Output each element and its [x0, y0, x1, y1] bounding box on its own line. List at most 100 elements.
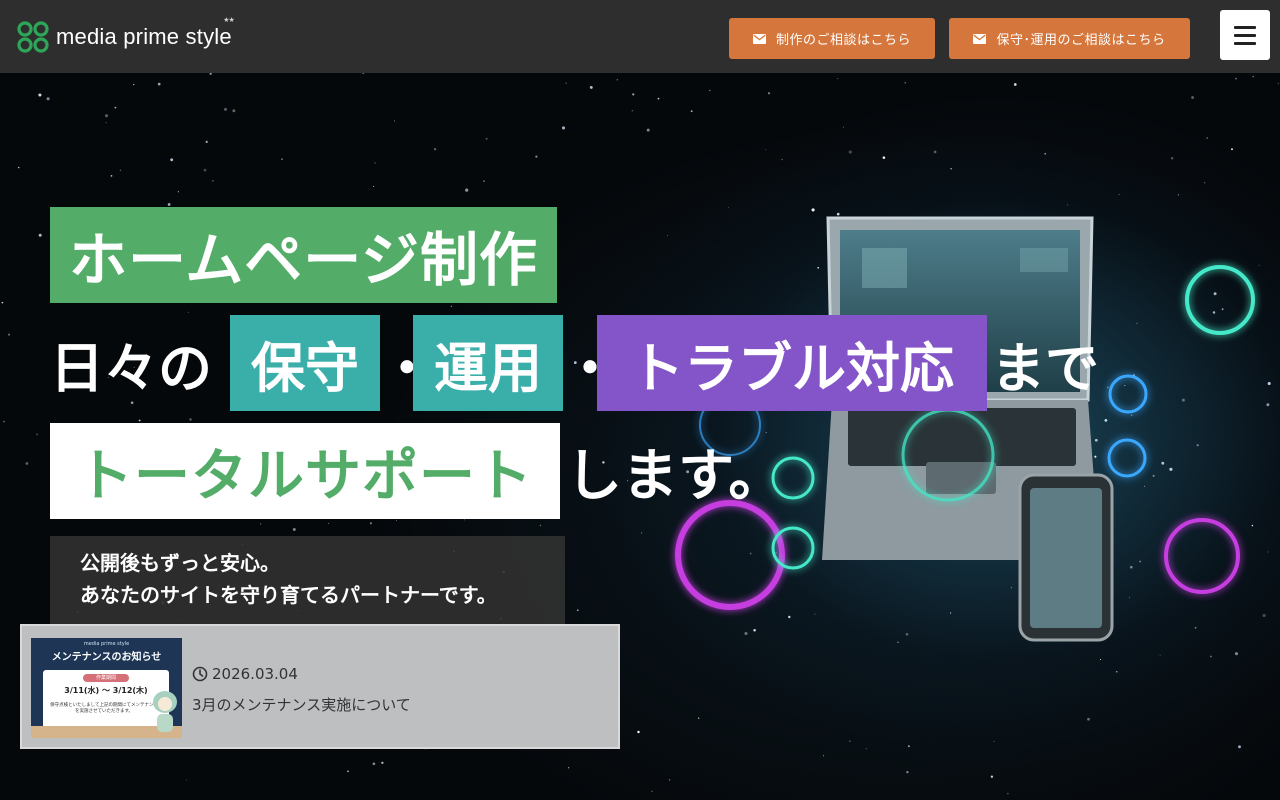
news-date-text: 2026.03.04 — [212, 665, 298, 683]
logo-text: media prime style ★★ — [56, 17, 235, 49]
headline-prefix: 日々の — [50, 336, 212, 400]
star — [848, 150, 852, 154]
star — [616, 79, 618, 81]
mascot-icon — [153, 691, 177, 732]
star — [837, 78, 839, 80]
star — [1099, 658, 1102, 661]
star — [589, 85, 593, 89]
highlight-operation: 運用 — [413, 315, 563, 411]
star — [576, 609, 579, 612]
star — [450, 305, 452, 307]
star — [1234, 652, 1239, 656]
headline-web-production: ホームページ制作 — [50, 207, 557, 303]
star — [990, 775, 994, 778]
star — [1044, 152, 1046, 155]
star — [281, 158, 283, 160]
star — [138, 419, 141, 422]
star — [1277, 82, 1279, 84]
star — [157, 82, 161, 86]
star — [767, 92, 771, 95]
site-header: media prime style ★★ 制作のご相談はこちら 保守･運用のご相… — [0, 0, 1280, 73]
star — [46, 97, 50, 101]
star — [185, 779, 187, 781]
star — [114, 106, 117, 109]
hamburger-icon — [1234, 33, 1256, 37]
menu-button[interactable] — [1220, 10, 1270, 60]
headline-line-3: トータルサポート します。 — [50, 423, 784, 519]
star — [292, 528, 296, 531]
news-thumbnail: media prime style メンテナンスのお知らせ 作業期間 3/11(… — [31, 638, 182, 738]
star — [232, 109, 236, 113]
star — [38, 233, 42, 237]
star — [167, 203, 171, 206]
star — [374, 162, 376, 164]
star — [631, 110, 634, 112]
hamburger-icon — [1234, 25, 1256, 29]
star — [105, 114, 108, 118]
production-consult-label: 制作のご相談はこちら — [775, 33, 911, 48]
star — [105, 122, 107, 124]
star — [1231, 148, 1233, 151]
logo-mark-icon — [17, 21, 49, 53]
star — [1, 301, 4, 304]
star — [1235, 77, 1237, 80]
star — [223, 107, 228, 111]
star — [7, 333, 11, 336]
star — [823, 755, 825, 757]
star — [690, 110, 693, 113]
headline-line-2: 日々の 保守 ・ 運用 ・ トラブル対応 まで — [50, 315, 1099, 411]
star — [632, 93, 635, 96]
star — [381, 761, 384, 764]
star — [1252, 76, 1254, 78]
star — [177, 191, 179, 193]
star — [463, 519, 465, 521]
star — [565, 82, 567, 84]
star — [907, 745, 910, 748]
star — [3, 420, 5, 423]
star — [328, 522, 330, 524]
news-title[interactable]: 3月のメンテナンス実施について — [192, 694, 411, 715]
star — [1191, 96, 1194, 99]
star — [465, 188, 469, 192]
star — [657, 97, 660, 100]
headline-suffix: します。 — [566, 443, 785, 509]
star — [483, 180, 485, 182]
star — [36, 433, 39, 436]
star — [373, 185, 375, 187]
devices-illustration — [675, 216, 1255, 642]
maintenance-consult-button[interactable]: 保守･運用のご相談はこちら — [949, 18, 1190, 59]
star — [1013, 83, 1017, 86]
star — [1159, 654, 1161, 656]
star — [882, 156, 886, 159]
star — [637, 730, 640, 734]
subcopy-line-1: 公開後もずっと安心。 — [80, 551, 280, 575]
site-logo[interactable]: media prime style ★★ — [16, 17, 235, 54]
star — [372, 762, 376, 766]
star — [1087, 717, 1090, 721]
star — [119, 169, 121, 171]
star — [1206, 137, 1209, 139]
star — [347, 770, 349, 773]
production-consult-button[interactable]: 制作のご相談はこちら — [729, 18, 935, 59]
star — [1238, 745, 1241, 749]
star — [539, 524, 542, 527]
highlight-total-support: トータルサポート — [50, 423, 560, 519]
star — [38, 93, 42, 97]
star — [187, 311, 189, 313]
star — [1210, 655, 1212, 658]
logo-stars: ★★ — [223, 17, 235, 24]
maintenance-consult-label: 保守･運用のご相談はこちら — [996, 33, 1166, 48]
separator-dot: ・ — [563, 336, 617, 400]
star — [646, 128, 650, 132]
star — [781, 158, 783, 161]
star — [396, 520, 397, 521]
star — [933, 150, 937, 154]
star — [369, 522, 372, 525]
news-card[interactable]: media prime style メンテナンスのお知らせ 作業期間 3/11(… — [20, 624, 620, 749]
subcopy-line-2: あなたのサイトを守り育てるパートナーです。 — [80, 583, 497, 607]
star — [561, 126, 566, 130]
star — [904, 82, 906, 84]
star — [212, 180, 214, 182]
hamburger-icon — [1234, 41, 1256, 45]
mail-icon — [973, 33, 987, 44]
